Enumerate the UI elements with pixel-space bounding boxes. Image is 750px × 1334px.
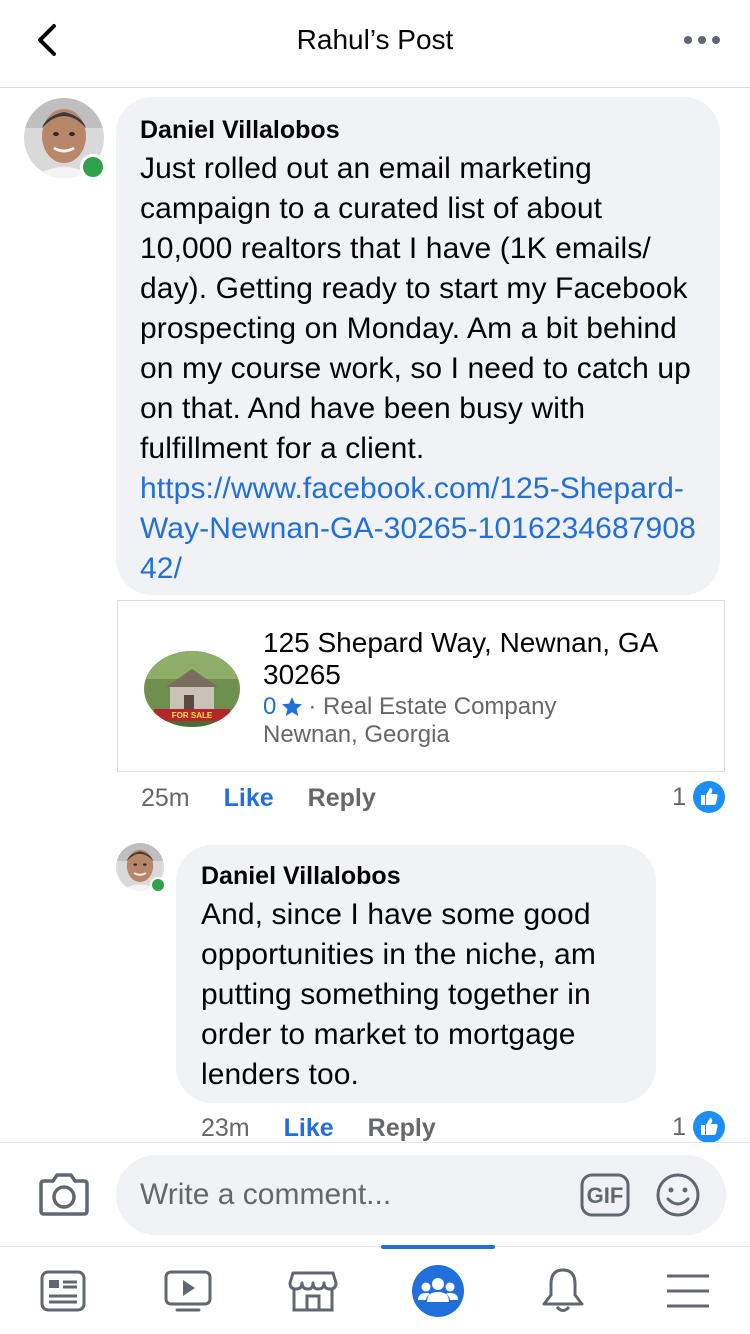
comment-timestamp[interactable]: 25m [141, 784, 190, 813]
thumbs-up-icon [693, 781, 725, 813]
video-play-icon [164, 1270, 211, 1312]
comment-author[interactable]: Daniel Villalobos [201, 861, 631, 891]
tab-marketplace[interactable] [250, 1247, 375, 1334]
avatar[interactable] [116, 843, 166, 893]
rating-value: 0 [263, 693, 277, 720]
link-preview-thumbnail: FOR SALE [144, 651, 240, 727]
top-navigation-bar: Rahul’s Post [0, 0, 750, 88]
reply-button[interactable]: Reply [368, 1114, 436, 1143]
reaction-count: 1 [672, 782, 686, 811]
link-preview-location: Newnan, Georgia [263, 721, 450, 748]
bottom-tab-bar [0, 1245, 750, 1334]
reaction-count: 1 [672, 1112, 686, 1141]
reaction-summary[interactable]: 1 [672, 1110, 726, 1144]
thumbs-up-icon [693, 1111, 725, 1143]
tab-watch[interactable] [125, 1247, 250, 1334]
tab-notifications[interactable] [500, 1247, 625, 1334]
reply-bubble[interactable]: Daniel Villalobos And, since I have some… [176, 845, 656, 1103]
reply-button[interactable]: Reply [308, 784, 376, 813]
tab-groups[interactable] [375, 1247, 500, 1334]
page-title: Rahul’s Post [296, 24, 454, 55]
comment-actions: 23m Like Reply [201, 1114, 436, 1143]
online-status-indicator [80, 154, 106, 180]
camera-icon [39, 1173, 89, 1216]
marketplace-icon [288, 1271, 337, 1312]
tab-news-feed[interactable] [0, 1247, 125, 1334]
groups-icon [411, 1265, 464, 1317]
like-button[interactable]: Like [284, 1114, 334, 1143]
tab-menu[interactable] [625, 1247, 750, 1334]
comment-input[interactable] [116, 1155, 726, 1235]
comment-text: Just rolled out an email marketing campa… [140, 149, 696, 589]
comment-timestamp[interactable]: 23m [201, 1114, 250, 1143]
link-preview-category: · Real Estate Company [308, 693, 557, 720]
more-options-button[interactable] [682, 26, 722, 54]
more-dots-icon [684, 36, 720, 44]
comment-body: Just rolled out an email marketing campa… [140, 152, 691, 465]
online-status-indicator [150, 877, 166, 893]
link-preview-title: 125 Shepard Way, Newnan, GA 30265 [263, 627, 657, 690]
comment-text: And, since I have some good opportunitie… [201, 898, 596, 1091]
like-button[interactable]: Like [224, 784, 274, 813]
comment-bubble[interactable]: Daniel Villalobos Just rolled out an ema… [116, 97, 720, 595]
avatar[interactable] [24, 98, 106, 180]
comment-link[interactable]: https://www.facebook.com/125-Shepard-Way… [140, 469, 696, 589]
news-feed-icon [40, 1270, 85, 1312]
comment-actions: 25m Like Reply [141, 784, 376, 813]
gif-label: GIF [587, 1183, 624, 1208]
comment-author[interactable]: Daniel Villalobos [140, 115, 696, 145]
bell-icon [542, 1268, 583, 1312]
star-icon [282, 697, 303, 716]
camera-button[interactable] [38, 1171, 90, 1217]
menu-icon [666, 1274, 709, 1308]
emoji-button[interactable] [655, 1172, 701, 1218]
link-preview-meta: 0 · Real Estate Company [263, 693, 556, 721]
for-sale-sign: FOR SALE [172, 711, 213, 720]
emoji-icon [656, 1173, 700, 1217]
link-preview-card[interactable]: FOR SALE 125 Shepard Way, Newnan, GA 302… [117, 600, 725, 772]
reaction-summary[interactable]: 1 [672, 780, 726, 814]
comment-composer: GIF [0, 1142, 750, 1246]
gif-button[interactable]: GIF [580, 1173, 630, 1217]
